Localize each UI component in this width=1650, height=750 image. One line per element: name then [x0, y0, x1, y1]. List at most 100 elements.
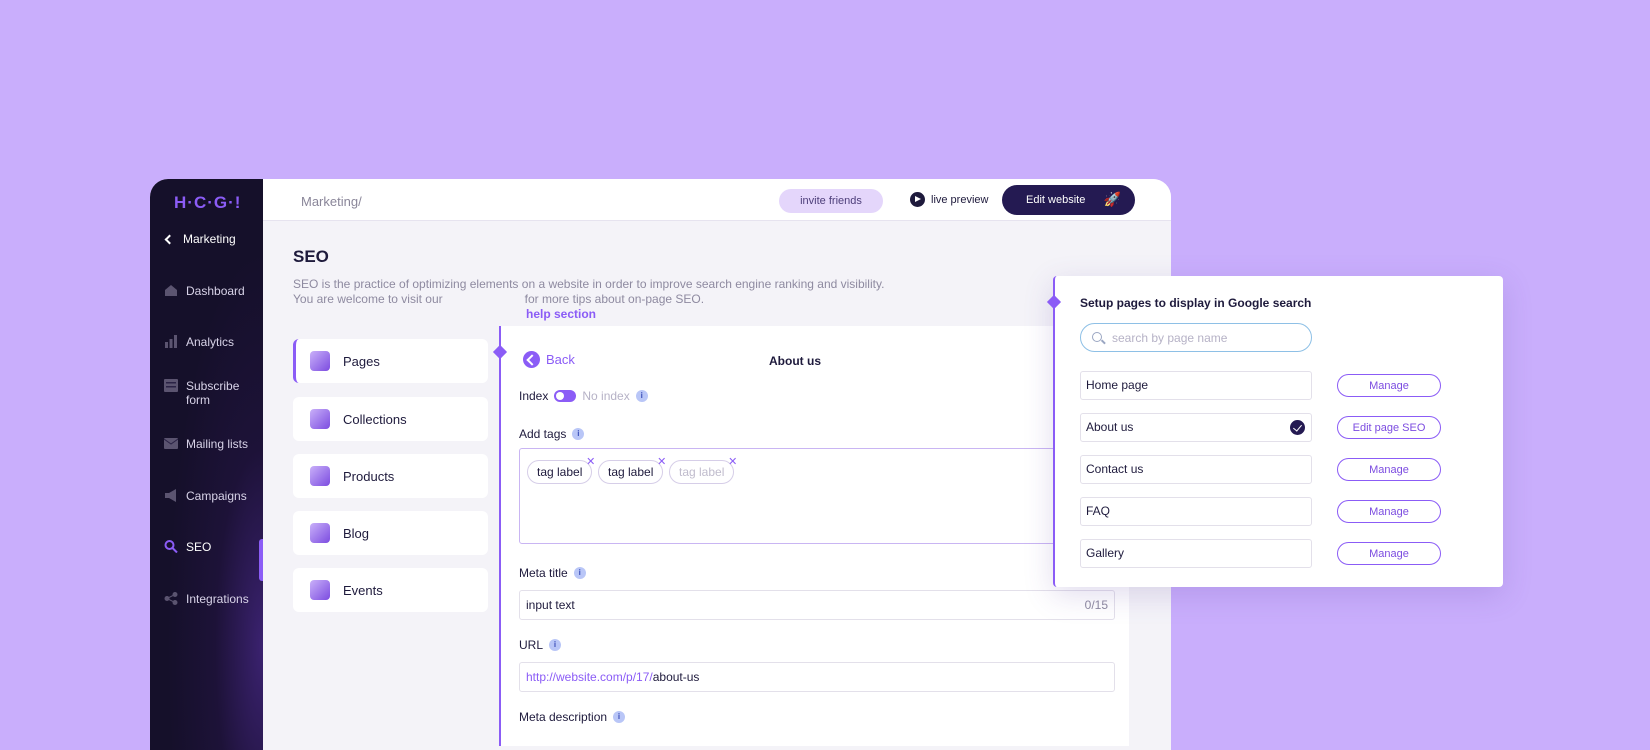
close-icon[interactable]: ✕ [586, 451, 595, 473]
url-label-row: URL i [519, 638, 562, 652]
search-placeholder: search by page name [1112, 331, 1228, 345]
description-line: SEO is the practice of optimizing elemen… [293, 277, 885, 291]
sidebar-item-dashboard[interactable]: Dashboard [164, 284, 256, 298]
page-title: SEO [293, 247, 329, 266]
bag-icon [310, 409, 330, 429]
description-text: for more tips about on-page SEO. [524, 292, 705, 306]
page-name: Home page [1086, 378, 1149, 392]
pages-icon [310, 351, 330, 371]
info-icon[interactable]: i [572, 428, 585, 440]
page-row-about[interactable]: About us [1080, 413, 1312, 442]
meta-description-label-row: Meta description i [519, 710, 626, 724]
sidebar-back-button[interactable]: Marketing [164, 232, 236, 246]
category-pages[interactable]: Pages [293, 339, 488, 383]
close-icon[interactable]: ✕ [657, 451, 666, 473]
rocket-icon: 🚀 [1103, 191, 1121, 207]
sidebar-item-label: Subscribe form [186, 379, 240, 407]
close-icon[interactable]: ✕ [728, 451, 737, 473]
page-name: Gallery [1086, 546, 1125, 560]
back-arrow-icon [523, 351, 540, 368]
meta-title-label-row: Meta title i [519, 566, 586, 580]
form-icon [164, 379, 178, 392]
live-preview-button[interactable]: live preview [910, 192, 988, 207]
category-label: Pages [343, 353, 380, 369]
info-icon[interactable]: i [613, 711, 626, 723]
index-row: Index No index i [519, 389, 648, 403]
sidebar-item-label: Analytics [186, 335, 235, 349]
sidebar-item-label: Dashboard [186, 284, 245, 298]
chevron-left-icon [164, 234, 175, 244]
index-label: Index [519, 389, 549, 403]
sidebar-item-subscribe-form[interactable]: Subscribe form [164, 379, 256, 407]
card-title: Setup pages to display in Google search [1080, 296, 1312, 310]
invite-friends-button[interactable]: invite friends [779, 189, 883, 213]
page-row-home[interactable]: Home page [1080, 371, 1312, 400]
logo: H·C·G·! [174, 193, 242, 212]
manage-button[interactable]: Manage [1337, 374, 1441, 397]
sidebar-item-label: Integrations [186, 592, 249, 606]
help-section-link[interactable]: help section [526, 307, 596, 321]
sidebar-item-mailing-lists[interactable]: Mailing lists [164, 437, 256, 451]
url-slug: about-us [652, 670, 700, 684]
meta-title-input[interactable]: input text 0/15 [519, 590, 1115, 620]
tag-text: tag label [537, 465, 583, 479]
index-toggle[interactable] [554, 390, 577, 402]
sidebar-item-campaigns[interactable]: Campaigns [164, 489, 256, 503]
meta-description-label: Meta description [519, 710, 608, 724]
category-events[interactable]: Events [293, 568, 488, 612]
category-products[interactable]: Products [293, 454, 488, 498]
editor-title: About us [769, 354, 821, 368]
sidebar-item-label: Campaigns [186, 489, 247, 503]
edit-website-button[interactable]: Edit website 🚀 [1002, 185, 1135, 215]
info-icon[interactable]: i [635, 390, 648, 402]
topbar: Marketing/ invite friends live preview E… [263, 179, 1171, 221]
manage-button[interactable]: Manage [1337, 458, 1441, 481]
tags-input[interactable]: tag label ✕ tag label ✕ tag label ✕ [519, 448, 1079, 544]
category-collections[interactable]: Collections [293, 397, 488, 441]
google-search-card: Setup pages to display in Google search … [1046, 276, 1503, 587]
page-search-input[interactable]: search by page name [1080, 323, 1312, 352]
sidebar-item-integrations[interactable]: Integrations [164, 592, 256, 606]
products-icon [310, 466, 330, 486]
page-name: Contact us [1086, 462, 1144, 476]
tags-label-row: Add tags i [519, 427, 585, 441]
info-icon[interactable]: i [573, 567, 586, 579]
app-window: H·C·G·! Marketing Dashboard Analytics Su… [150, 179, 1171, 750]
page-name: About us [1086, 420, 1134, 434]
back-label: Back [546, 352, 575, 367]
new-tag-input[interactable]: tag label ✕ [669, 456, 737, 484]
category-label: Collections [343, 411, 407, 427]
manage-button[interactable]: Manage [1337, 542, 1441, 565]
meta-title-label: Meta title [519, 566, 568, 580]
url-input[interactable]: http://website.com/p/17/about-us [519, 662, 1115, 692]
sidebar-item-seo[interactable]: SEO [164, 540, 256, 554]
events-icon [310, 580, 330, 600]
page-name: FAQ [1086, 504, 1111, 518]
meta-title-value: input text [526, 598, 575, 612]
tags-label: Add tags [519, 427, 567, 441]
character-counter: 0/15 [1084, 598, 1108, 612]
url-prefix: http://website.com/p/17/ [526, 670, 653, 684]
check-icon [1290, 420, 1305, 435]
sidebar-item-label: Mailing lists [186, 437, 249, 451]
bar-chart-icon [165, 335, 177, 348]
page-description: SEO is the practice of optimizing elemen… [293, 277, 933, 307]
main-area: Marketing/ invite friends live preview E… [263, 179, 1171, 750]
edit-page-seo-button[interactable]: Edit page SEO [1337, 416, 1441, 439]
sidebar-item-analytics[interactable]: Analytics [164, 335, 256, 349]
manage-button[interactable]: Manage [1337, 500, 1441, 523]
page-row-contact[interactable]: Contact us [1080, 455, 1312, 484]
info-icon[interactable]: i [549, 639, 562, 651]
live-preview-label: live preview [931, 193, 989, 206]
megaphone-icon [165, 489, 176, 502]
sidebar: H·C·G·! Marketing Dashboard Analytics Su… [150, 179, 263, 750]
breadcrumb[interactable]: Marketing/ [301, 194, 362, 209]
back-button[interactable]: Back [523, 351, 575, 368]
sidebar-back-label: Marketing [183, 232, 236, 246]
page-row-faq[interactable]: FAQ [1080, 497, 1312, 526]
noindex-label: No index [582, 389, 630, 403]
category-blog[interactable]: Blog [293, 511, 488, 555]
category-label: Events [343, 582, 383, 598]
page-row-gallery[interactable]: Gallery [1080, 539, 1312, 568]
edit-website-label: Edit website [1026, 194, 1086, 206]
